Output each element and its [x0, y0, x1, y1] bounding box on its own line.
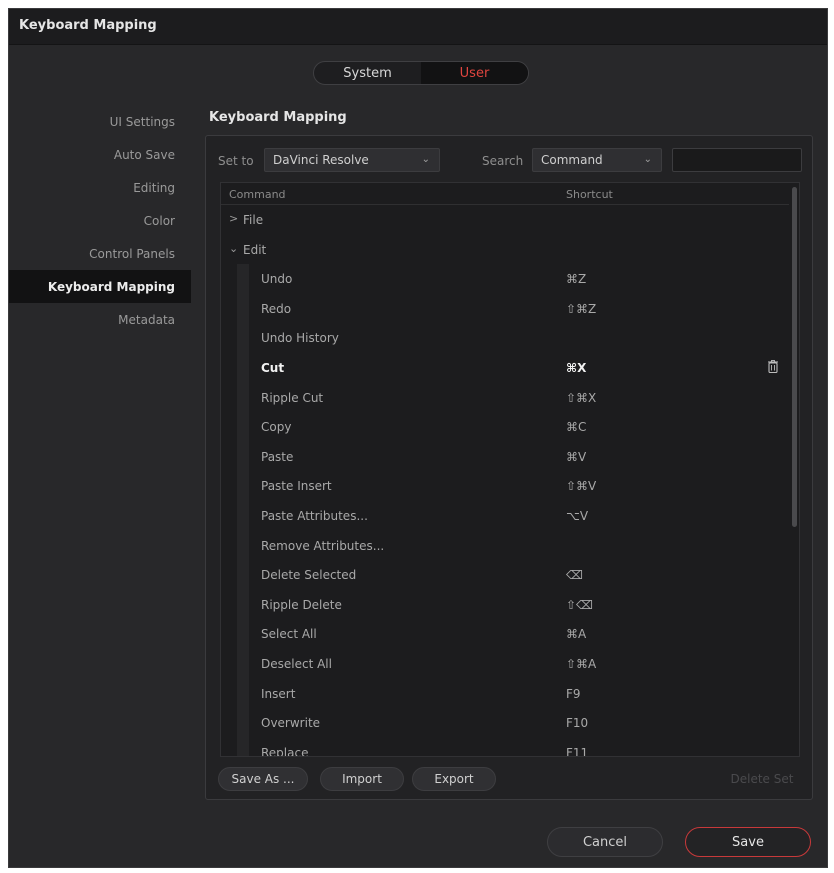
shortcut-value: ⇧⌘A: [566, 656, 597, 671]
table-row[interactable]: Undo History: [221, 323, 789, 353]
command-name: Cut: [261, 360, 285, 375]
cancel-button[interactable]: Cancel: [547, 827, 663, 857]
sidebar-item-editing[interactable]: Editing: [9, 171, 191, 204]
sidebar-item-auto-save[interactable]: Auto Save: [9, 138, 191, 171]
search-label: Search: [482, 154, 524, 168]
tab-user[interactable]: User: [421, 62, 528, 84]
sidebar-item-keyboard-mapping[interactable]: Keyboard Mapping: [9, 270, 191, 303]
table-row[interactable]: Select All ⌘A: [221, 619, 789, 649]
command-name: Delete Selected: [261, 568, 357, 583]
table-row[interactable]: Ripple Cut ⇧⌘X: [221, 382, 789, 413]
save-button[interactable]: Save: [685, 827, 811, 857]
table-row[interactable]: Paste ⌘V: [221, 441, 789, 472]
shortcut-value: ⇧⌫: [566, 597, 594, 612]
sidebar-item-ui-settings[interactable]: UI Settings: [9, 105, 191, 138]
command-name: Redo: [261, 301, 292, 316]
section-title: Keyboard Mapping: [209, 110, 347, 125]
set-to-label: Set to: [218, 154, 254, 168]
column-header-command: Command: [229, 188, 286, 201]
command-name: Undo History: [261, 331, 339, 346]
preferences-window: Keyboard Mapping System User UI Settings…: [8, 8, 828, 868]
shortcut-value: F11: [566, 745, 589, 757]
save-as-button[interactable]: Save As ...: [218, 767, 308, 791]
shortcut-value: ⇧⌘Z: [566, 301, 597, 316]
sidebar-item-color[interactable]: Color: [9, 204, 191, 237]
column-header-shortcut: Shortcut: [566, 188, 613, 201]
keyboard-mapping-panel: Set to DaVinci Resolve ⌄ Search Command …: [205, 135, 813, 800]
shortcut-value: ⌘X: [566, 360, 587, 375]
command-name: Paste Attributes...: [261, 508, 368, 523]
search-input[interactable]: [672, 148, 802, 172]
shortcut-value: ⇧⌘X: [566, 390, 597, 405]
trash-icon[interactable]: [768, 360, 778, 373]
command-name: Ripple Delete: [261, 597, 342, 612]
command-name: Deselect All: [261, 656, 332, 671]
sidebar-item-metadata[interactable]: Metadata: [9, 303, 191, 336]
table-header: Command Shortcut: [221, 183, 789, 205]
table-body: > File ⌄ Edit Undo ⌘Z Redo ⇧⌘Z Undo Histor…: [221, 205, 789, 757]
table-row[interactable]: Deselect All ⇧⌘A: [221, 648, 789, 679]
shortcut-value: ⌘V: [566, 449, 587, 464]
chevron-down-icon[interactable]: ⌄: [229, 242, 238, 255]
table-row[interactable]: Delete Selected ⌫: [221, 560, 789, 590]
command-name: Paste Insert: [261, 479, 332, 494]
command-name: Select All: [261, 627, 317, 642]
table-row[interactable]: Redo ⇧⌘Z: [221, 293, 789, 324]
search-scope-dropdown[interactable]: Command ⌄: [532, 148, 662, 172]
table-row[interactable]: Ripple Delete ⇧⌫: [221, 589, 789, 620]
chevron-right-icon[interactable]: >: [229, 212, 238, 225]
set-actions-bar: Save As ... Import Export Delete Set: [206, 764, 812, 794]
mapping-toolbar: Set to DaVinci Resolve ⌄ Search Command …: [206, 136, 812, 180]
window-title: Keyboard Mapping: [19, 18, 157, 33]
import-button[interactable]: Import: [320, 767, 404, 791]
command-name: Undo: [261, 272, 293, 287]
search-scope-value: Command: [541, 153, 603, 167]
shortcut-value: ⇧⌘V: [566, 479, 597, 494]
table-row[interactable]: Undo ⌘Z: [221, 264, 789, 294]
chevron-down-icon: ⌄: [643, 154, 652, 165]
command-table: Command Shortcut > File ⌄ Edit Undo ⌘Z Re…: [220, 182, 800, 757]
table-scrollbar[interactable]: [792, 187, 797, 527]
shortcut-value: ⌫: [566, 568, 583, 583]
command-name: Remove Attributes...: [261, 538, 385, 553]
shortcut-value: F9: [566, 686, 581, 701]
command-name: Insert: [261, 686, 296, 701]
shortcut-value: ⌘Z: [566, 272, 587, 287]
set-to-dropdown[interactable]: DaVinci Resolve ⌄: [264, 148, 440, 172]
command-name: Ripple Cut: [261, 390, 324, 405]
chevron-down-icon: ⌄: [421, 154, 430, 165]
delete-set-button[interactable]: Delete Set: [720, 767, 804, 791]
command-name: Replace: [261, 745, 309, 757]
set-to-value: DaVinci Resolve: [273, 153, 369, 167]
table-row[interactable]: Remove Attributes...: [221, 530, 789, 561]
system-user-toggle: System User: [313, 61, 529, 85]
table-row-selected[interactable]: Cut ⌘X: [221, 352, 789, 383]
command-name: Overwrite: [261, 716, 321, 731]
table-row[interactable]: Insert F9: [221, 678, 789, 709]
table-row[interactable]: Paste Attributes... ⌥V: [221, 500, 789, 531]
group-row-edit[interactable]: ⌄ Edit: [221, 235, 789, 265]
table-row[interactable]: Copy ⌘C: [221, 412, 789, 442]
command-name: Paste: [261, 449, 294, 464]
group-label: Edit: [243, 242, 267, 257]
shortcut-value: ⌘A: [566, 627, 587, 642]
shortcut-value: F10: [566, 716, 589, 731]
title-bar: Keyboard Mapping: [9, 9, 827, 45]
group-label: File: [243, 213, 264, 227]
tab-system[interactable]: System: [314, 62, 421, 84]
shortcut-value: ⌥V: [566, 508, 589, 523]
table-row[interactable]: Overwrite F10: [221, 708, 789, 738]
sidebar-item-control-panels[interactable]: Control Panels: [9, 237, 191, 270]
sidebar: UI Settings Auto Save Editing Color Cont…: [9, 105, 191, 336]
table-row[interactable]: Paste Insert ⇧⌘V: [221, 471, 789, 501]
shortcut-value: ⌘C: [566, 420, 587, 435]
command-name: Copy: [261, 420, 292, 435]
export-button[interactable]: Export: [412, 767, 496, 791]
table-row[interactable]: Replace F11: [221, 737, 789, 757]
group-row-file[interactable]: > File: [221, 205, 789, 235]
